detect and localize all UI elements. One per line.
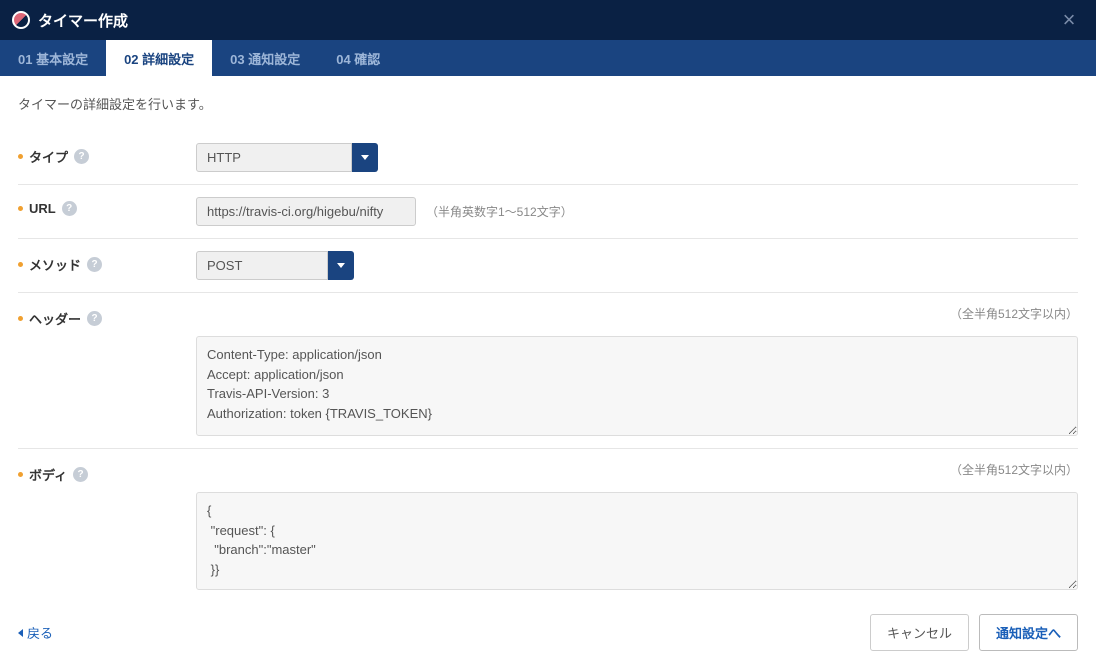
chevron-left-icon (18, 629, 23, 637)
required-bullet (18, 206, 23, 211)
chevron-down-icon (328, 251, 354, 280)
back-label: 戻る (27, 623, 53, 642)
headers-textarea[interactable] (196, 336, 1078, 436)
row-method: メソッド ? POST (18, 239, 1078, 293)
row-type: タイプ ? HTTP (18, 131, 1078, 185)
help-icon[interactable]: ? (73, 467, 88, 482)
required-bullet (18, 262, 23, 267)
modal-header: タイマー作成 × (0, 0, 1096, 40)
url-hint: （半角英数字1～512文字） (426, 203, 573, 220)
label-body: ボディ (29, 465, 67, 484)
label-type: タイプ (29, 147, 68, 166)
timer-icon (12, 11, 30, 29)
tab-advanced[interactable]: 02 詳細設定 (106, 40, 212, 76)
close-button[interactable]: × (1054, 9, 1084, 31)
next-button[interactable]: 通知設定へ (979, 614, 1078, 651)
row-headers: ヘッダー ? （全半角512文字以内） (18, 293, 1078, 449)
modal-footer: 戻る キャンセル 通知設定へ (0, 602, 1096, 663)
tab-notification[interactable]: 03 通知設定 (212, 40, 318, 76)
modal-title: タイマー作成 (38, 10, 128, 31)
page-description: タイマーの詳細設定を行います。 (18, 94, 1078, 113)
help-icon[interactable]: ? (74, 149, 89, 164)
chevron-down-icon (352, 143, 378, 172)
required-bullet (18, 154, 23, 159)
help-icon[interactable]: ? (62, 201, 77, 216)
label-url: URL (29, 201, 56, 216)
body-textarea[interactable] (196, 492, 1078, 590)
required-bullet (18, 316, 23, 321)
url-input[interactable] (196, 197, 416, 226)
type-select-value: HTTP (196, 143, 352, 172)
tab-confirm[interactable]: 04 確認 (318, 40, 398, 76)
help-icon[interactable]: ? (87, 311, 102, 326)
help-icon[interactable]: ? (87, 257, 102, 272)
label-method: メソッド (29, 255, 81, 274)
label-headers: ヘッダー (29, 309, 81, 328)
back-link[interactable]: 戻る (18, 623, 53, 642)
row-body: ボディ ? （全半角512文字以内） (18, 449, 1078, 602)
method-select-value: POST (196, 251, 328, 280)
type-select[interactable]: HTTP (196, 143, 378, 172)
method-select[interactable]: POST (196, 251, 354, 280)
body-hint: （全半角512文字以内） (196, 461, 1078, 478)
tab-basic[interactable]: 01 基本設定 (0, 40, 106, 76)
headers-hint: （全半角512文字以内） (196, 305, 1078, 322)
row-url: URL ? （半角英数字1～512文字） (18, 185, 1078, 239)
required-bullet (18, 472, 23, 477)
wizard-tabs: 01 基本設定 02 詳細設定 03 通知設定 04 確認 (0, 40, 1096, 76)
cancel-button[interactable]: キャンセル (870, 614, 969, 651)
